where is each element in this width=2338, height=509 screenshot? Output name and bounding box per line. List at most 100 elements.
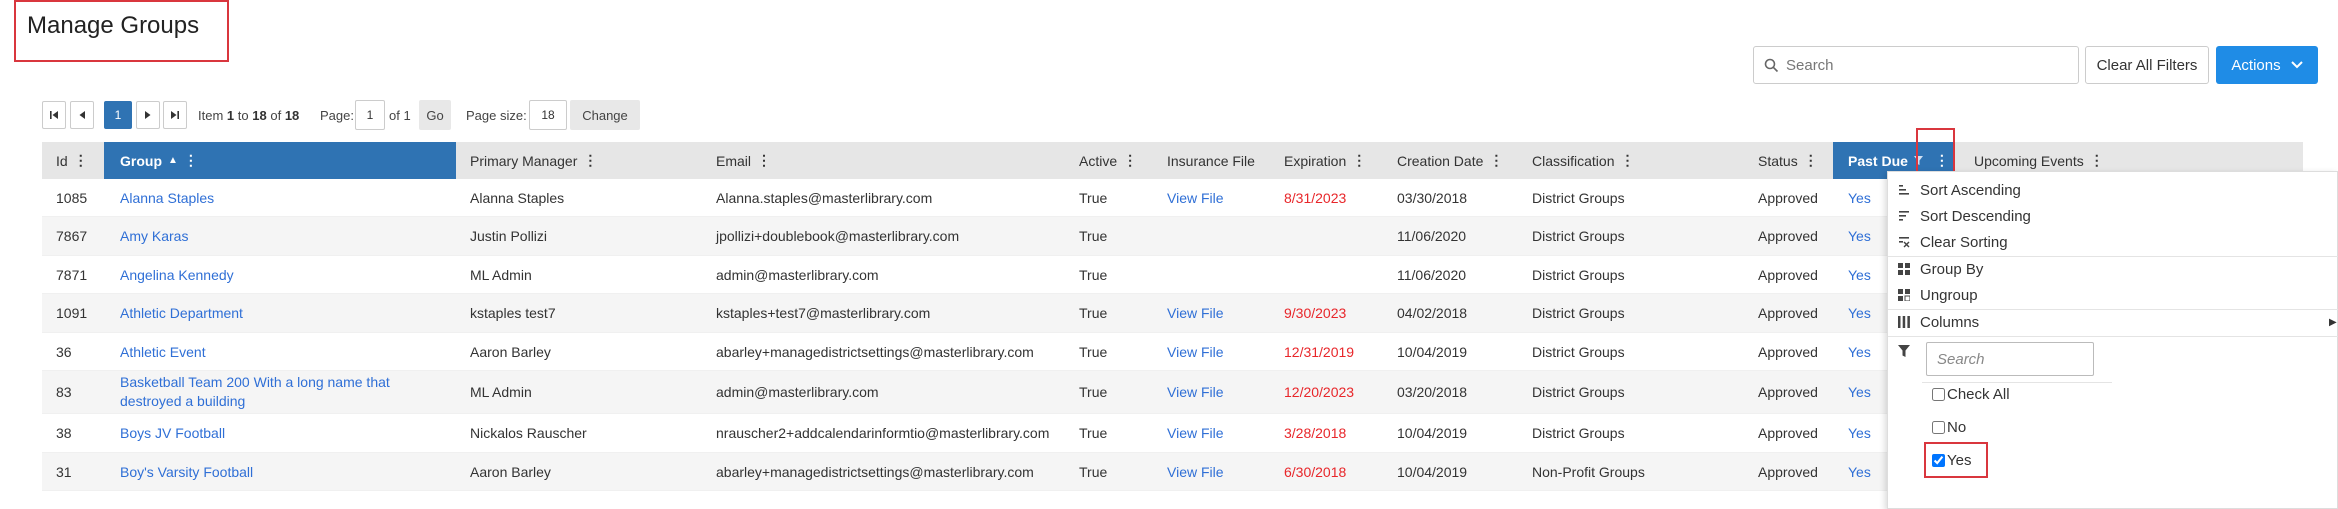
cell-id: 7871 <box>56 266 88 283</box>
cell-group-link[interactable]: Amy Karas <box>120 217 188 255</box>
column-header-active[interactable]: Active ⋮ <box>1079 142 1137 179</box>
cell-classification: District Groups <box>1532 384 1625 400</box>
sort-ascending-item[interactable]: Sort Ascending <box>1888 177 2338 203</box>
cell-group-link[interactable]: Alanna Staples <box>120 179 214 216</box>
check-all-checkbox[interactable] <box>1932 388 1945 401</box>
column-header-insurance-file[interactable]: Insurance File <box>1167 142 1255 179</box>
cell-created: 10/04/2019 <box>1397 425 1468 441</box>
column-menu-icon[interactable]: ⋮ <box>1804 152 1818 169</box>
column-menu-icon[interactable]: ⋮ <box>1352 152 1366 169</box>
ungroup-item[interactable]: Ungroup <box>1888 282 2338 308</box>
menu-divider <box>1888 336 2338 337</box>
cell-active: True <box>1079 463 1108 480</box>
no-checkbox[interactable] <box>1932 421 1945 434</box>
column-label: Id <box>56 152 68 169</box>
cell-classification: District Groups <box>1532 343 1625 360</box>
page-size-input[interactable]: 18 <box>529 100 567 130</box>
cell-expiration: 3/28/2018 <box>1284 425 1347 441</box>
next-page-button[interactable] <box>136 101 160 129</box>
cell-active: True <box>1079 343 1108 360</box>
cell-insurance-link[interactable]: View File <box>1167 179 1224 216</box>
cell-classification: Non-Profit Groups <box>1532 463 1645 480</box>
cell-manager: ML Admin <box>470 266 532 283</box>
cell-group-link[interactable]: Angelina Kennedy <box>120 256 234 293</box>
clear-all-filters-button[interactable]: Clear All Filters <box>2085 46 2209 84</box>
cell-insurance-link[interactable]: View File <box>1167 414 1224 452</box>
last-page-button[interactable] <box>163 101 187 129</box>
column-menu-icon[interactable]: ⋮ <box>1489 152 1503 169</box>
cell-expiration: 9/30/2023 <box>1284 305 1347 321</box>
sort-descending-item[interactable]: Sort Descending <box>1888 203 2338 229</box>
cell-status: Approved <box>1758 425 1818 441</box>
filter-search-input[interactable] <box>1926 342 2094 376</box>
check-all-label: Check All <box>1947 386 2010 403</box>
last-page-icon <box>171 111 179 119</box>
column-header-email[interactable]: Email ⋮ <box>716 142 771 179</box>
submenu-arrow-icon: ▶ <box>2329 316 2337 328</box>
search-input[interactable] <box>1784 53 2069 77</box>
filter-option-yes[interactable]: Yes <box>1932 452 1971 469</box>
column-label: Email <box>716 152 752 169</box>
column-header-status[interactable]: Status ⋮ <box>1758 142 1818 179</box>
group-by-label: Group By <box>1920 260 1984 278</box>
group-by-item[interactable]: Group By <box>1888 256 2338 282</box>
yes-checkbox[interactable] <box>1932 454 1945 467</box>
cell-group-link[interactable]: Basketball Team 200 With a long name tha… <box>120 371 420 413</box>
filter-check-all[interactable]: Check All <box>1932 386 2010 403</box>
cell-past-due: Yes <box>1848 463 1871 480</box>
go-button[interactable]: Go <box>419 100 451 130</box>
column-menu-icon[interactable]: ⋮ <box>1935 152 1949 169</box>
page-of-text: of 1 <box>389 108 411 123</box>
table-row: 1085 Alanna Staples Alanna Staples Alann… <box>42 179 1904 217</box>
current-page-button[interactable]: 1 <box>104 101 132 129</box>
filter-option-no[interactable]: No <box>1932 419 1966 436</box>
column-menu-icon[interactable]: ⋮ <box>2090 152 2104 169</box>
cell-insurance-link[interactable]: View File <box>1167 371 1224 413</box>
yes-label: Yes <box>1947 452 1972 469</box>
of-word: of <box>270 108 282 123</box>
cell-email: admin@masterlibrary.com <box>716 384 879 400</box>
page-number-value: 1 <box>366 108 374 122</box>
cell-status: Approved <box>1758 384 1818 400</box>
cell-manager: Nickalos Rauscher <box>470 425 587 441</box>
actions-button[interactable]: Actions <box>2216 46 2318 84</box>
cell-past-due: Yes <box>1848 228 1871 244</box>
cell-group-link[interactable]: Athletic Event <box>120 333 206 370</box>
column-label: Expiration <box>1284 152 1347 169</box>
clear-sorting-item[interactable]: Clear Sorting <box>1888 229 2338 255</box>
first-page-button[interactable] <box>42 101 66 129</box>
column-header-classification[interactable]: Classification ⋮ <box>1532 142 1634 179</box>
prev-page-button[interactable] <box>70 101 94 129</box>
cell-classification: District Groups <box>1532 425 1625 441</box>
cell-group-link[interactable]: Boy's Varsity Football <box>120 453 253 490</box>
column-header-group[interactable]: Group ▲ ⋮ <box>104 142 456 179</box>
cell-active: True <box>1079 266 1108 283</box>
cell-insurance-link[interactable]: View File <box>1167 333 1224 370</box>
column-label: Upcoming Events <box>1974 152 2084 169</box>
column-menu-icon[interactable]: ⋮ <box>1620 152 1634 169</box>
column-menu-icon[interactable]: ⋮ <box>1123 152 1137 169</box>
cell-insurance-link[interactable]: View File <box>1167 453 1224 490</box>
cell-insurance-link[interactable]: View File <box>1167 294 1224 332</box>
cell-email: abarley+managedistrictsettings@masterlib… <box>716 343 1034 360</box>
page-number-input[interactable]: 1 <box>355 100 385 130</box>
columns-item[interactable]: Columns ▶ <box>1888 309 2338 335</box>
column-header-primary-manager[interactable]: Primary Manager ⋮ <box>470 142 597 179</box>
cell-group-link[interactable]: Boys JV Football <box>120 414 225 452</box>
change-button[interactable]: Change <box>570 100 640 130</box>
cell-group-link[interactable]: Athletic Department <box>120 294 243 332</box>
current-page-number: 1 <box>114 108 122 122</box>
cell-expiration: 8/31/2023 <box>1284 189 1347 206</box>
column-label: Classification <box>1532 152 1615 169</box>
table-row: 31 Boy's Varsity Football Aaron Barley a… <box>42 453 1904 491</box>
column-header-expiration[interactable]: Expiration ⋮ <box>1284 142 1366 179</box>
column-header-creation-date[interactable]: Creation Date ⋮ <box>1397 142 1503 179</box>
column-header-id[interactable]: Id ⋮ <box>56 142 88 179</box>
column-menu-icon[interactable]: ⋮ <box>74 152 88 169</box>
search-box[interactable] <box>1753 46 2079 84</box>
column-menu-icon[interactable]: ⋮ <box>184 152 198 169</box>
column-menu-icon[interactable]: ⋮ <box>583 152 597 169</box>
column-label: Status <box>1758 152 1798 169</box>
cell-active: True <box>1079 425 1108 441</box>
column-menu-icon[interactable]: ⋮ <box>757 152 771 169</box>
